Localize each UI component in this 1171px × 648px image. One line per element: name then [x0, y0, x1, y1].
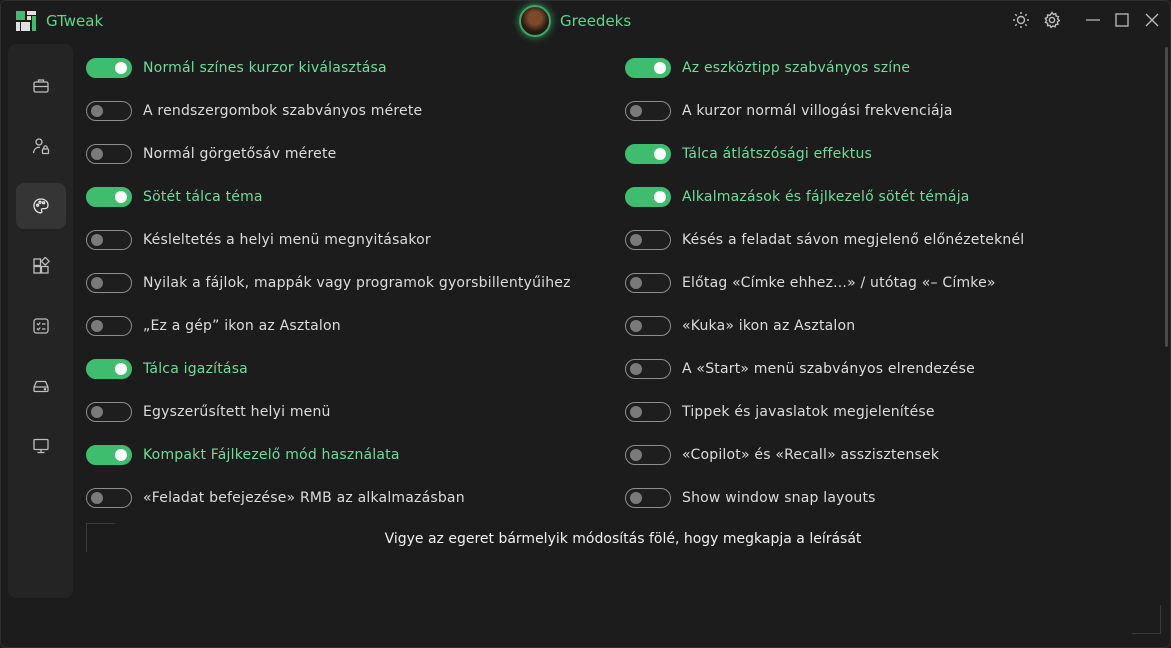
- toggle-switch[interactable]: [86, 273, 132, 293]
- option-row[interactable]: «Feladat befejezése» RMB az alkalmazásba…: [86, 486, 465, 510]
- option-row[interactable]: Az eszköztipp szabványos színe: [625, 56, 910, 80]
- option-row[interactable]: Nyilak a fájlok, mappák vagy programok g…: [86, 271, 571, 295]
- sidebar-item-drive[interactable]: [16, 363, 66, 409]
- palette-icon: [33, 198, 49, 214]
- avatar[interactable]: [519, 5, 551, 37]
- option-label: Alkalmazások és fájlkezelő sötét témája: [682, 189, 970, 205]
- toggle-switch[interactable]: [625, 230, 671, 250]
- option-row[interactable]: «Copilot» és «Recall» asszisztensek: [625, 443, 939, 467]
- option-row[interactable]: Előtag «Címke ehhez...» / utótag «– Címk…: [625, 271, 996, 295]
- scrollbar[interactable]: [1165, 47, 1168, 347]
- option-label: A «Start» menü szabványos elrendezése: [682, 361, 975, 377]
- app-window: GTweak Greedeks Normál színes kurzor kiv…: [0, 0, 1171, 648]
- option-row[interactable]: Sötét tálca téma: [86, 185, 263, 209]
- toggle-switch[interactable]: [625, 359, 671, 379]
- apps-icon: [33, 257, 50, 274]
- option-label: A kurzor normál villogási frekvenciája: [682, 103, 953, 119]
- toggle-switch[interactable]: [86, 58, 132, 78]
- sidebar-item-briefcase[interactable]: [16, 63, 66, 109]
- app-logo-icon: [16, 11, 36, 31]
- checklist-icon: [33, 318, 49, 334]
- option-row[interactable]: «Kuka» ikon az Asztalon: [625, 314, 855, 338]
- toggle-switch[interactable]: [625, 101, 671, 121]
- option-label: Késleltetés a helyi menü megnyitásakor: [143, 232, 431, 248]
- option-row[interactable]: A «Start» menü szabványos elrendezése: [625, 357, 975, 381]
- option-label: Normál színes kurzor kiválasztása: [143, 60, 387, 76]
- title-bar: GTweak Greedeks: [1, 1, 1170, 41]
- toggle-switch[interactable]: [86, 316, 132, 336]
- option-row[interactable]: „Ez a gép” ikon az Asztalon: [86, 314, 341, 338]
- briefcase-icon: [33, 79, 49, 93]
- maximize-icon[interactable]: [1113, 11, 1131, 29]
- sidebar-item-monitor[interactable]: [16, 423, 66, 469]
- option-label: Tippek és javaslatok megjelenítése: [682, 404, 935, 420]
- user-profile[interactable]: Greedeks: [519, 5, 631, 37]
- option-label: Kompakt Fájlkezelő mód használata: [143, 447, 400, 463]
- toggle-switch[interactable]: [86, 488, 132, 508]
- toggle-switch[interactable]: [625, 273, 671, 293]
- sidebar: [8, 44, 73, 598]
- option-row[interactable]: Egyszerűsített helyi menü: [86, 400, 331, 424]
- option-label: Az eszköztipp szabványos színe: [682, 60, 911, 76]
- toggle-switch[interactable]: [625, 144, 671, 164]
- option-row[interactable]: Kompakt Fájlkezelő mód használata: [86, 443, 400, 467]
- toggle-switch[interactable]: [625, 488, 671, 508]
- toggle-switch[interactable]: [625, 316, 671, 336]
- option-row[interactable]: Késleltetés a helyi menü megnyitásakor: [86, 228, 431, 252]
- toggle-switch[interactable]: [625, 402, 671, 422]
- option-label: A rendszergombok szabványos mérete: [143, 103, 423, 119]
- option-label: „Ez a gép” ikon az Asztalon: [143, 318, 341, 334]
- minimize-icon[interactable]: [1084, 11, 1102, 29]
- sidebar-item-apps[interactable]: [16, 243, 66, 289]
- option-label: Nyilak a fájlok, mappák vagy programok g…: [143, 275, 571, 291]
- option-label: Tálca igazítása: [143, 361, 248, 377]
- toggle-switch[interactable]: [86, 402, 132, 422]
- option-label: Sötét tálca téma: [143, 189, 263, 205]
- toggle-switch[interactable]: [86, 101, 132, 121]
- toggle-switch[interactable]: [86, 187, 132, 207]
- option-label: Tálca átlátszósági effektus: [682, 146, 873, 162]
- toggle-switch[interactable]: [86, 144, 132, 164]
- option-row[interactable]: Késés a feladat sávon megjelenő előnézet…: [625, 228, 1024, 252]
- option-label: «Feladat befejezése» RMB az alkalmazásba…: [143, 490, 465, 506]
- close-icon[interactable]: [1143, 11, 1161, 29]
- option-row[interactable]: Tálca átlátszósági effektus: [625, 142, 872, 166]
- option-row[interactable]: Normál görgetősáv mérete: [86, 142, 336, 166]
- sidebar-item-user-lock[interactable]: [16, 123, 66, 169]
- option-label: «Kuka» ikon az Asztalon: [682, 318, 856, 334]
- option-row[interactable]: Show window snap layouts: [625, 486, 876, 510]
- option-row[interactable]: Tippek és javaslatok megjelenítése: [625, 400, 935, 424]
- toggle-switch[interactable]: [625, 445, 671, 465]
- theme-sun-icon[interactable]: [1012, 11, 1030, 29]
- option-row[interactable]: Normál színes kurzor kiválasztása: [86, 56, 387, 80]
- toggle-switch[interactable]: [86, 445, 132, 465]
- settings-gear-icon[interactable]: [1043, 11, 1061, 29]
- toggle-switch[interactable]: [625, 187, 671, 207]
- description-hint: Vigye az egeret bármelyik módosítás fölé…: [384, 531, 862, 547]
- drive-icon: [33, 380, 49, 393]
- option-label: Előtag «Címke ehhez...» / utótag «– Címk…: [682, 275, 996, 291]
- app-title: GTweak: [46, 12, 104, 30]
- resize-grip[interactable]: [1132, 605, 1161, 634]
- monitor-icon: [33, 438, 49, 454]
- toggle-switch[interactable]: [625, 58, 671, 78]
- option-row[interactable]: Tálca igazítása: [86, 357, 248, 381]
- option-row[interactable]: A kurzor normál villogási frekvenciája: [625, 99, 953, 123]
- sidebar-item-personalization[interactable]: [16, 183, 66, 229]
- option-label: Egyszerűsített helyi menü: [143, 404, 331, 420]
- sidebar-item-checklist[interactable]: [16, 303, 66, 349]
- option-label: Show window snap layouts: [682, 490, 876, 506]
- user-name: Greedeks: [560, 12, 632, 30]
- option-label: Normál görgetősáv mérete: [143, 146, 337, 162]
- option-row[interactable]: A rendszergombok szabványos mérete: [86, 99, 422, 123]
- option-label: «Copilot» és «Recall» asszisztensek: [682, 447, 940, 463]
- toggle-switch[interactable]: [86, 230, 132, 250]
- toggle-switch[interactable]: [86, 359, 132, 379]
- user-lock-icon: [32, 138, 50, 155]
- option-row[interactable]: Alkalmazások és fájlkezelő sötét témája: [625, 185, 970, 209]
- option-label: Késés a feladat sávon megjelenő előnézet…: [682, 232, 1025, 248]
